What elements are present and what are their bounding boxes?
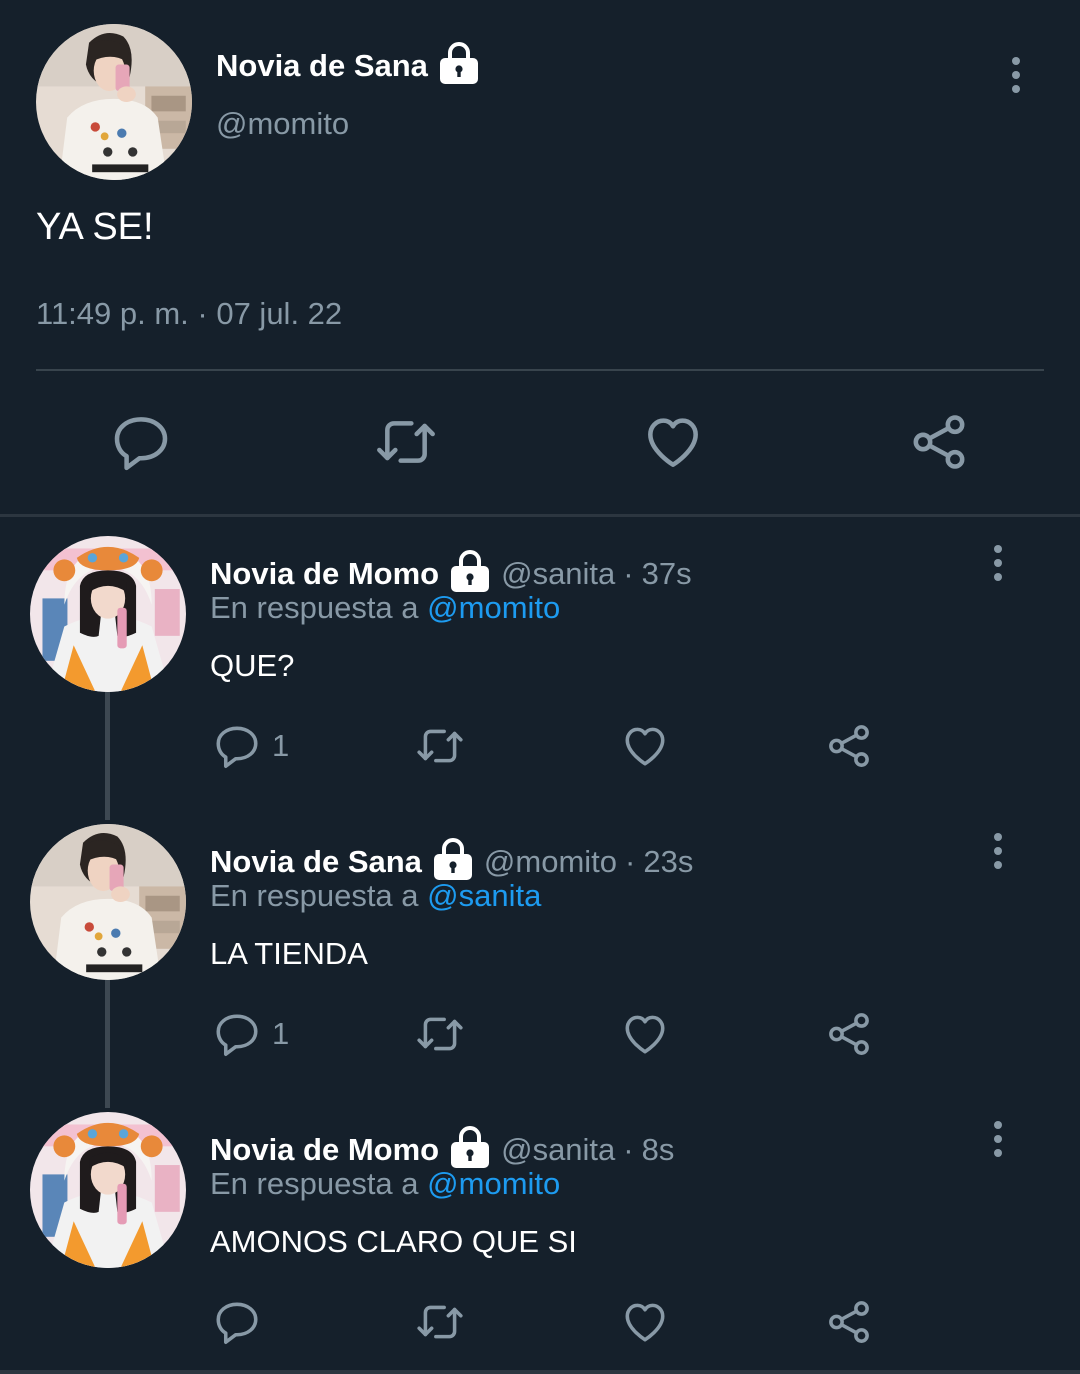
like-icon <box>620 1009 670 1059</box>
retweet-icon <box>415 1297 465 1347</box>
like-button[interactable] <box>620 1008 670 1060</box>
relative-time[interactable]: 37s <box>642 556 692 592</box>
reply-button[interactable]: 1 <box>212 1008 289 1060</box>
avatar[interactable] <box>30 1112 186 1268</box>
separator-dot: · <box>623 555 634 591</box>
in-reply-prefix: En respuesta a <box>210 590 419 625</box>
retweet-button[interactable] <box>415 1008 465 1060</box>
like-icon <box>620 721 670 771</box>
lock-icon <box>438 40 480 91</box>
retweet-button[interactable] <box>415 720 465 772</box>
in-reply-prefix: En respuesta a <box>210 1166 419 1201</box>
in-reply-to: En respuesta a @momito <box>210 1166 560 1202</box>
reply-button[interactable] <box>109 410 173 474</box>
thread-line <box>105 980 110 1108</box>
retweet-button[interactable] <box>415 1296 465 1348</box>
share-icon <box>824 1297 874 1347</box>
share-icon <box>907 410 971 474</box>
display-name[interactable]: Novia de Sana <box>216 48 428 84</box>
reply-count: 1 <box>272 728 290 763</box>
section-divider <box>0 514 1080 517</box>
reply-button[interactable]: 1 <box>212 720 289 772</box>
share-button[interactable] <box>907 410 971 474</box>
handle[interactable]: @sanita <box>501 556 615 592</box>
display-name[interactable]: Novia de Momo <box>210 556 439 592</box>
avatar[interactable] <box>30 824 186 980</box>
share-button[interactable] <box>824 720 874 772</box>
reply-tweet[interactable]: Novia de Sana @momito · 23s En respuesta… <box>0 824 1080 1112</box>
tweet-text: QUE? <box>210 648 295 683</box>
share-icon <box>824 721 874 771</box>
relative-time[interactable]: 8s <box>642 1132 675 1168</box>
display-name[interactable]: Novia de Sana <box>210 844 422 880</box>
retweet-icon <box>374 410 438 474</box>
reply-button[interactable] <box>212 1296 272 1348</box>
retweet-icon <box>415 1009 465 1059</box>
mention-link[interactable]: @momito <box>427 590 560 625</box>
author-row: Novia de Sana <box>216 40 480 91</box>
in-reply-to: En respuesta a @sanita <box>210 878 541 914</box>
tweet-text: LA TIENDA <box>210 936 368 971</box>
like-icon <box>641 410 705 474</box>
like-button[interactable] <box>641 410 705 474</box>
share-button[interactable] <box>824 1296 874 1348</box>
like-button[interactable] <box>620 1296 670 1348</box>
reply-count: 1 <box>272 1016 290 1051</box>
section-divider <box>0 1370 1080 1374</box>
more-icon[interactable] <box>980 830 1016 872</box>
share-button[interactable] <box>824 1008 874 1060</box>
avatar[interactable] <box>36 24 192 180</box>
more-icon[interactable] <box>996 52 1036 98</box>
timestamp[interactable]: 11:49 p. m. · 07 jul. 22 <box>36 296 342 332</box>
reply-tweet[interactable]: Novia de Momo @sanita · 8s En respuesta … <box>0 1112 1080 1374</box>
reply-icon <box>212 1297 262 1347</box>
in-reply-prefix: En respuesta a <box>210 878 419 913</box>
mention-link[interactable]: @momito <box>427 1166 560 1201</box>
handle[interactable]: @sanita <box>501 1132 615 1168</box>
handle[interactable]: @momito <box>216 106 349 142</box>
mention-link[interactable]: @sanita <box>427 878 541 913</box>
like-icon <box>620 1297 670 1347</box>
separator-dot: · <box>623 1131 634 1167</box>
retweet-icon <box>415 721 465 771</box>
reply-icon <box>109 410 173 474</box>
in-reply-to: En respuesta a @momito <box>210 590 560 626</box>
thread-line <box>105 692 110 820</box>
tweet-text: AMONOS CLARO QUE SI <box>210 1224 577 1259</box>
reply-icon <box>212 1009 262 1059</box>
avatar[interactable] <box>30 536 186 692</box>
more-icon[interactable] <box>980 1118 1016 1160</box>
separator-dot: · <box>625 843 636 879</box>
reply-icon <box>212 721 262 771</box>
tweet-text: YA SE! <box>36 206 154 248</box>
reply-tweet[interactable]: Novia de Momo @sanita · 37s En respuesta… <box>0 536 1080 824</box>
divider <box>36 369 1044 371</box>
more-icon[interactable] <box>980 542 1016 584</box>
retweet-button[interactable] <box>374 410 438 474</box>
handle[interactable]: @momito <box>484 844 617 880</box>
main-tweet: Novia de Sana @momito YA SE! 11:49 p. m.… <box>0 0 1080 514</box>
relative-time[interactable]: 23s <box>643 844 693 880</box>
share-icon <box>824 1009 874 1059</box>
display-name[interactable]: Novia de Momo <box>210 1132 439 1168</box>
like-button[interactable] <box>620 720 670 772</box>
